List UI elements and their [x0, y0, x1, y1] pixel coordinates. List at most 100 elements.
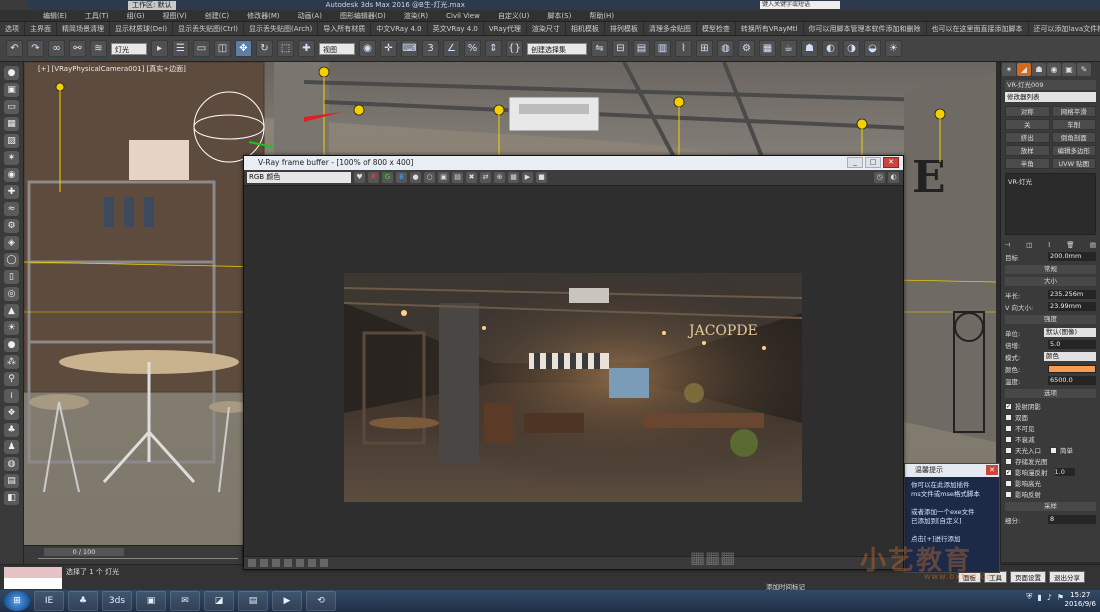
popup-close-button[interactable]: ✕ [986, 465, 998, 475]
option-invisible[interactable]: 不可见 [1005, 423, 1096, 433]
create-geometry-icon[interactable]: ● [4, 66, 19, 80]
rotate-icon[interactable]: ↻ [256, 40, 273, 57]
script-button[interactable]: 清理多余贴图 [644, 22, 697, 35]
pivot-icon[interactable]: ◉ [359, 40, 376, 57]
render-icon[interactable]: ☕ [780, 40, 797, 57]
box-icon[interactable]: ▣ [4, 83, 19, 97]
script-button[interactable]: 相机模板 [566, 22, 605, 35]
sphere-icon[interactable]: ◯ [4, 253, 19, 267]
torus-icon[interactable]: ◎ [4, 287, 19, 301]
page-icon[interactable]: ▤ [4, 474, 19, 488]
script-button[interactable]: 中文VRay 4.0 [371, 22, 428, 35]
track-mouse-icon[interactable]: ⊕ [494, 172, 505, 183]
menu-edit[interactable]: 编辑(E) [34, 11, 76, 21]
taskbar-app-mail-icon[interactable]: ✉ [170, 591, 200, 611]
cloth-icon[interactable]: ❖ [4, 406, 19, 420]
script-button[interactable]: 主界面 [25, 22, 57, 35]
checkbox[interactable] [1005, 490, 1012, 498]
tree-icon[interactable]: ♣ [4, 423, 19, 437]
script-button[interactable]: 你可以用脚本管理本软件添加和删除 [804, 22, 927, 35]
channel-dropdown[interactable]: RGB 颜色 [247, 172, 351, 183]
taskbar-app-window-icon[interactable]: ◪ [204, 591, 234, 611]
lut-icon[interactable] [296, 559, 304, 567]
move-icon[interactable]: ✥ [235, 40, 252, 57]
tray-flag-icon[interactable]: ⚑ [1057, 593, 1064, 602]
target-distance-field[interactable]: 200.0mm [1048, 252, 1096, 261]
curves-icon[interactable] [260, 559, 268, 567]
vray-light-icon[interactable]: ☀ [885, 40, 902, 57]
alpha-channel-icon[interactable]: ● [410, 172, 421, 183]
temperature-field[interactable]: 6500.0 [1048, 376, 1096, 385]
checkbox[interactable] [1005, 413, 1012, 421]
menu-customize[interactable]: 自定义(U) [489, 11, 539, 21]
rollout-sampling[interactable]: 采样 [1005, 502, 1096, 511]
align-icon[interactable]: ⊟ [612, 40, 629, 57]
option-store-irradiance[interactable]: 存储发光图 [1005, 456, 1096, 466]
maxscript-listener-mini[interactable] [4, 567, 62, 578]
selection-filter-dropdown[interactable]: 灯光 [111, 42, 147, 55]
helpers-icon[interactable]: ✚ [4, 185, 19, 199]
option-skylight-portal[interactable]: 天光入口 简单 [1005, 445, 1096, 455]
cylinder-icon[interactable]: ▯ [4, 270, 19, 284]
script-button[interactable]: 选项 [0, 22, 25, 35]
green-channel-icon[interactable]: G [382, 172, 393, 183]
hair-icon[interactable]: ≀ [4, 389, 19, 403]
modifier-button[interactable]: 半角 [1005, 158, 1050, 169]
menu-rendering[interactable]: 渲染(R) [395, 11, 437, 21]
nav-icon[interactable]: ◧ [4, 491, 19, 505]
option-affect-diffuse[interactable]: ✓ 影响漫反射 1.0 [1005, 467, 1096, 477]
mirror-icon[interactable]: ⇋ [591, 40, 608, 57]
vray-render-icon[interactable]: ◑ [843, 40, 860, 57]
window-crossing-icon[interactable]: ◫ [214, 40, 231, 57]
system-clock[interactable]: 15:27 2016/9/6 [1065, 591, 1096, 609]
script-button[interactable]: 还可以添加lava文件框 [1029, 22, 1100, 35]
tray-network-icon[interactable]: ▮ [1037, 593, 1041, 602]
script-button[interactable]: 显示丢失贴图(Ctrl) [173, 22, 245, 35]
viewport-label[interactable]: [+] [VRayPhysicalCamera001] [真实+边面] [38, 64, 186, 74]
camera-icon[interactable]: ◉ [4, 168, 19, 182]
create-tab-icon[interactable]: ✶ [1002, 63, 1016, 76]
script-button[interactable]: 导入所有材质 [318, 22, 372, 35]
layer-icon[interactable]: ▤ [633, 40, 650, 57]
ribbon-icon[interactable]: ▥ [654, 40, 671, 57]
exposure-icon[interactable] [272, 559, 280, 567]
render-last-icon[interactable]: ▶ [522, 172, 533, 183]
modify-tab-icon[interactable]: ◢ [1017, 63, 1031, 76]
maxscript-input[interactable] [4, 578, 62, 589]
script-button[interactable]: 排列模板 [605, 22, 644, 35]
save-image-icon[interactable]: ▣ [438, 172, 449, 183]
checkbox[interactable] [1005, 479, 1012, 487]
info-icon[interactable] [320, 559, 328, 567]
taskbar-app-media-icon[interactable]: ▶ [272, 591, 302, 611]
clear-image-icon[interactable]: ✖ [466, 172, 477, 183]
menu-group[interactable]: 组(G) [118, 11, 154, 21]
ocio-icon[interactable] [308, 559, 316, 567]
bone-icon[interactable]: ⚲ [4, 372, 19, 386]
named-sel-icon[interactable]: {} [506, 40, 523, 57]
pin-stack-icon[interactable]: ⊣ [1005, 241, 1011, 249]
modifier-button[interactable]: 编辑多边形 [1051, 145, 1096, 156]
render-production-icon[interactable]: ☗ [801, 40, 818, 57]
curve-editor-icon[interactable]: ⌇ [675, 40, 692, 57]
show-end-result-icon[interactable]: ◫ [1026, 241, 1032, 249]
select-manipulate-icon[interactable]: ✛ [380, 40, 397, 57]
option-affect-specular[interactable]: 影响高光 [1005, 478, 1096, 488]
particle-icon[interactable]: ⁂ [4, 355, 19, 369]
modifier-button[interactable]: 放样 [1005, 145, 1050, 156]
modifier-button[interactable]: 车削 [1051, 119, 1096, 130]
menu-modifiers[interactable]: 修改器(M) [238, 11, 289, 21]
motion-tab-icon[interactable]: ◉ [1047, 63, 1061, 76]
checkbox[interactable] [1005, 446, 1012, 454]
menu-help[interactable]: 帮助(H) [580, 11, 623, 21]
option-no-decay[interactable]: 不衰减 [1005, 434, 1096, 444]
rollout-general[interactable]: 常规 [1005, 265, 1096, 274]
maximize-button[interactable]: □ [865, 157, 881, 168]
figure-icon[interactable]: ♟ [4, 440, 19, 454]
snap-icon[interactable]: 3 [422, 40, 439, 57]
taskbar-app-refresh-icon[interactable]: ⟲ [306, 591, 336, 611]
bind-spacewarp-icon[interactable]: ≋ [90, 40, 107, 57]
page-setup-button[interactable]: 页面设置 [1010, 571, 1046, 583]
menu-civil-view[interactable]: Civil View [437, 12, 489, 20]
object-name-field[interactable]: VR-灯光009 [1005, 80, 1096, 90]
vray-vfb-icon[interactable]: ◐ [822, 40, 839, 57]
